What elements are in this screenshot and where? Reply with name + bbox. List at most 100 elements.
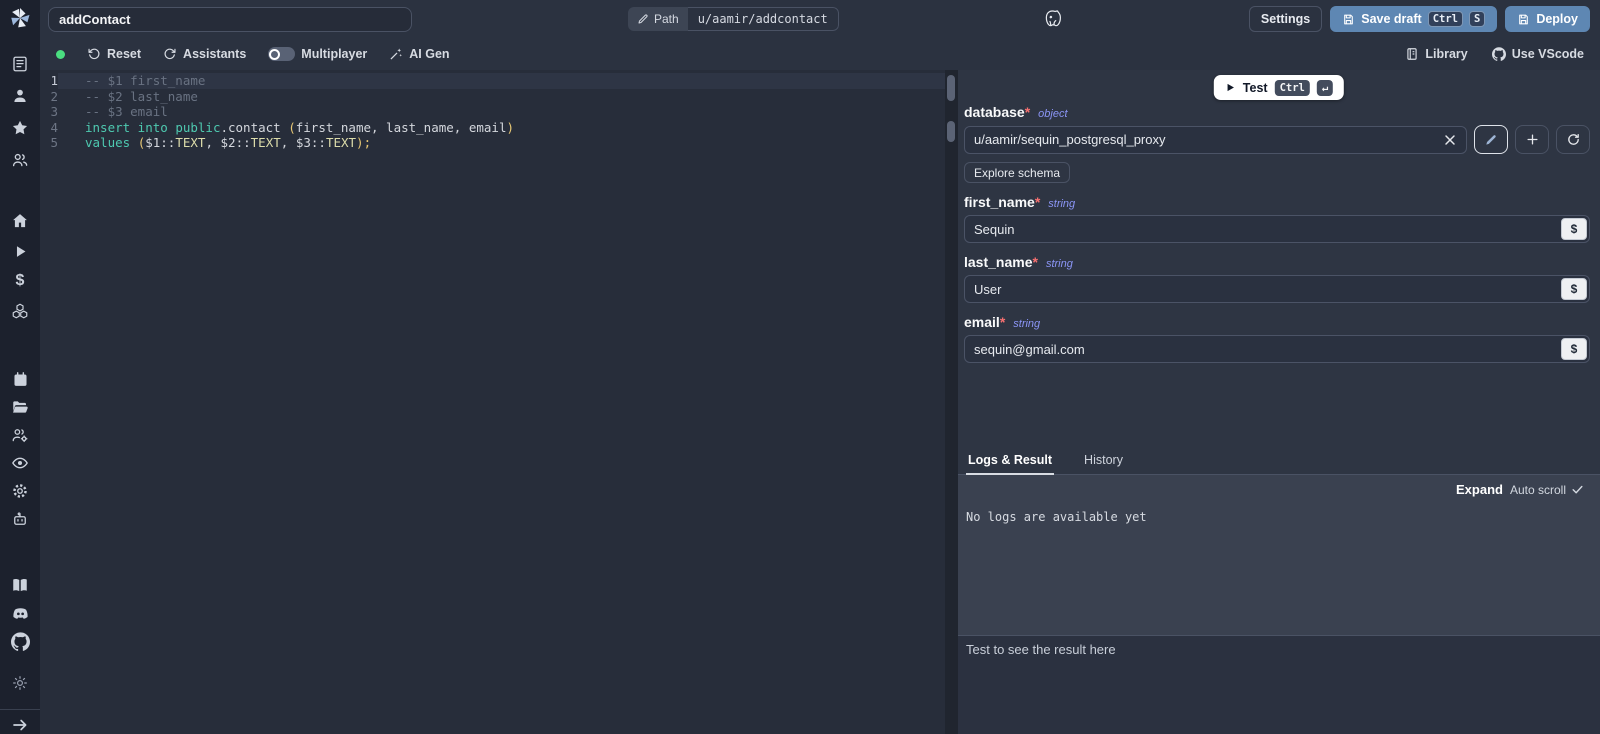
database-input[interactable] bbox=[964, 126, 1467, 154]
sidebar-group-admin bbox=[6, 365, 34, 533]
home-icon[interactable] bbox=[6, 207, 34, 235]
topbar-actions: Settings Save draft Ctrl S Deploy bbox=[1249, 6, 1600, 32]
github-icon[interactable] bbox=[6, 627, 34, 655]
field-database: database* object bbox=[964, 104, 1590, 183]
star-icon[interactable] bbox=[6, 114, 34, 141]
code-line[interactable]: 5values ($1::TEXT, $2::TEXT, $3::TEXT); bbox=[40, 135, 945, 151]
tab-logs-result[interactable]: Logs & Result bbox=[966, 449, 1054, 475]
use-vscode-button[interactable]: Use VScode bbox=[1492, 47, 1584, 61]
field-type: string bbox=[1048, 198, 1075, 210]
code-text[interactable]: insert into public.contact (first_name, … bbox=[58, 120, 945, 136]
save-icon bbox=[1342, 13, 1355, 26]
field-first-name: first_name* string $ bbox=[964, 194, 1590, 243]
book-icon[interactable] bbox=[6, 571, 34, 599]
refresh-resource-button[interactable] bbox=[1556, 125, 1590, 154]
boxes-icon[interactable] bbox=[6, 297, 34, 325]
windmill-logo-icon[interactable] bbox=[8, 7, 32, 29]
first-name-input[interactable] bbox=[964, 215, 1590, 243]
code-text[interactable]: -- $2 last_name bbox=[58, 89, 945, 105]
library-button[interactable]: Library bbox=[1405, 47, 1467, 61]
last-name-input[interactable] bbox=[964, 275, 1590, 303]
pencil-icon bbox=[1484, 133, 1498, 147]
autoscroll-toggle[interactable]: Auto scroll bbox=[1510, 483, 1584, 497]
list-icon[interactable] bbox=[6, 50, 34, 77]
code-text[interactable]: -- $1 first_name bbox=[58, 73, 945, 89]
status-dot bbox=[56, 50, 65, 59]
logs-panel: Expand Auto scroll No logs are available… bbox=[958, 475, 1600, 635]
rotate-cw-icon bbox=[1566, 132, 1581, 147]
content-split: 1-- $1 first_name2-- $2 last_name3-- $3 … bbox=[40, 70, 1600, 734]
gear-icon[interactable] bbox=[6, 477, 34, 505]
robot-icon[interactable] bbox=[6, 505, 34, 533]
script-name-input[interactable] bbox=[48, 7, 412, 32]
path-label: Path bbox=[654, 12, 679, 26]
panel-splitter[interactable] bbox=[945, 70, 958, 734]
test-row: Test Ctrl ↵ bbox=[958, 70, 1600, 104]
sidebar-divider bbox=[0, 709, 40, 710]
line-number: 4 bbox=[40, 120, 58, 136]
editor-toolbar: Reset Assistants Multiplayer AI Gen bbox=[40, 38, 1600, 70]
result-tabs: Logs & Result History bbox=[958, 449, 1600, 475]
kbd-s: S bbox=[1469, 11, 1485, 27]
clear-icon[interactable] bbox=[1442, 132, 1458, 148]
code-line[interactable]: 2-- $2 last_name bbox=[40, 89, 945, 105]
splitter-handle[interactable] bbox=[947, 121, 955, 142]
field-label: first_name* bbox=[964, 194, 1040, 210]
sun-icon[interactable] bbox=[6, 669, 34, 697]
variable-picker-button[interactable]: $ bbox=[1561, 218, 1587, 240]
variable-picker-button[interactable]: $ bbox=[1561, 338, 1587, 360]
users-icon[interactable] bbox=[6, 146, 34, 173]
expand-button[interactable]: Expand bbox=[1456, 482, 1503, 497]
field-label: email* bbox=[964, 314, 1005, 330]
add-resource-button[interactable] bbox=[1515, 125, 1549, 154]
calendar-icon[interactable] bbox=[6, 365, 34, 393]
test-button[interactable]: Test Ctrl ↵ bbox=[1214, 75, 1344, 100]
topbar: Path u/aamir/addcontact Settings bbox=[40, 0, 1600, 38]
eye-icon[interactable] bbox=[6, 449, 34, 477]
code-line[interactable]: 3-- $3 email bbox=[40, 104, 945, 120]
field-type: string bbox=[1046, 258, 1073, 270]
scrollbar-thumb[interactable] bbox=[947, 75, 955, 101]
arrow-right-icon[interactable] bbox=[6, 716, 34, 734]
kbd-ctrl: Ctrl bbox=[1428, 11, 1463, 27]
field-email: email* string $ bbox=[964, 314, 1590, 363]
toggle-off[interactable] bbox=[268, 47, 295, 61]
code-text[interactable]: values ($1::TEXT, $2::TEXT, $3::TEXT); bbox=[58, 135, 945, 151]
folder-open-icon[interactable] bbox=[6, 393, 34, 421]
code-editor[interactable]: 1-- $1 first_name2-- $2 last_name3-- $3 … bbox=[40, 70, 945, 734]
variable-picker-button[interactable]: $ bbox=[1561, 278, 1587, 300]
refresh-icon bbox=[163, 47, 177, 61]
explore-schema-button[interactable]: Explore schema bbox=[964, 162, 1070, 183]
undo-icon bbox=[87, 47, 101, 61]
save-icon bbox=[1517, 13, 1530, 26]
line-number: 1 bbox=[40, 73, 58, 89]
field-label: database* bbox=[964, 104, 1030, 120]
code-text[interactable]: -- $3 email bbox=[58, 104, 945, 120]
tab-history[interactable]: History bbox=[1082, 449, 1125, 475]
play-icon[interactable] bbox=[6, 237, 34, 265]
edit-resource-button[interactable] bbox=[1474, 125, 1508, 154]
field-label: last_name* bbox=[964, 254, 1038, 270]
save-draft-button[interactable]: Save draft Ctrl S bbox=[1330, 6, 1497, 32]
play-icon bbox=[1225, 82, 1236, 93]
ai-gen-button[interactable]: AI Gen bbox=[389, 47, 449, 61]
dollar-icon[interactable]: $ bbox=[6, 267, 34, 295]
deploy-button[interactable]: Deploy bbox=[1505, 6, 1590, 32]
plus-icon bbox=[1525, 132, 1540, 147]
code-line[interactable]: 4insert into public.contact (first_name,… bbox=[40, 120, 945, 136]
multiplayer-toggle[interactable]: Multiplayer bbox=[268, 47, 367, 61]
app-root: $ bbox=[0, 0, 1600, 734]
discord-icon[interactable] bbox=[6, 599, 34, 627]
result-panel: Test to see the result here bbox=[958, 635, 1600, 734]
email-input[interactable] bbox=[964, 335, 1590, 363]
user-icon[interactable] bbox=[6, 82, 34, 109]
reset-button[interactable]: Reset bbox=[87, 47, 141, 61]
wand-sparkles-icon bbox=[389, 47, 403, 61]
path-badge[interactable]: Path u/aamir/addcontact bbox=[628, 7, 839, 31]
users-gear-icon[interactable] bbox=[6, 421, 34, 449]
code-line[interactable]: 1-- $1 first_name bbox=[40, 73, 945, 89]
library-icon bbox=[1405, 47, 1419, 61]
settings-button[interactable]: Settings bbox=[1249, 6, 1322, 32]
assistants-button[interactable]: Assistants bbox=[163, 47, 246, 61]
path-value: u/aamir/addcontact bbox=[688, 7, 839, 31]
